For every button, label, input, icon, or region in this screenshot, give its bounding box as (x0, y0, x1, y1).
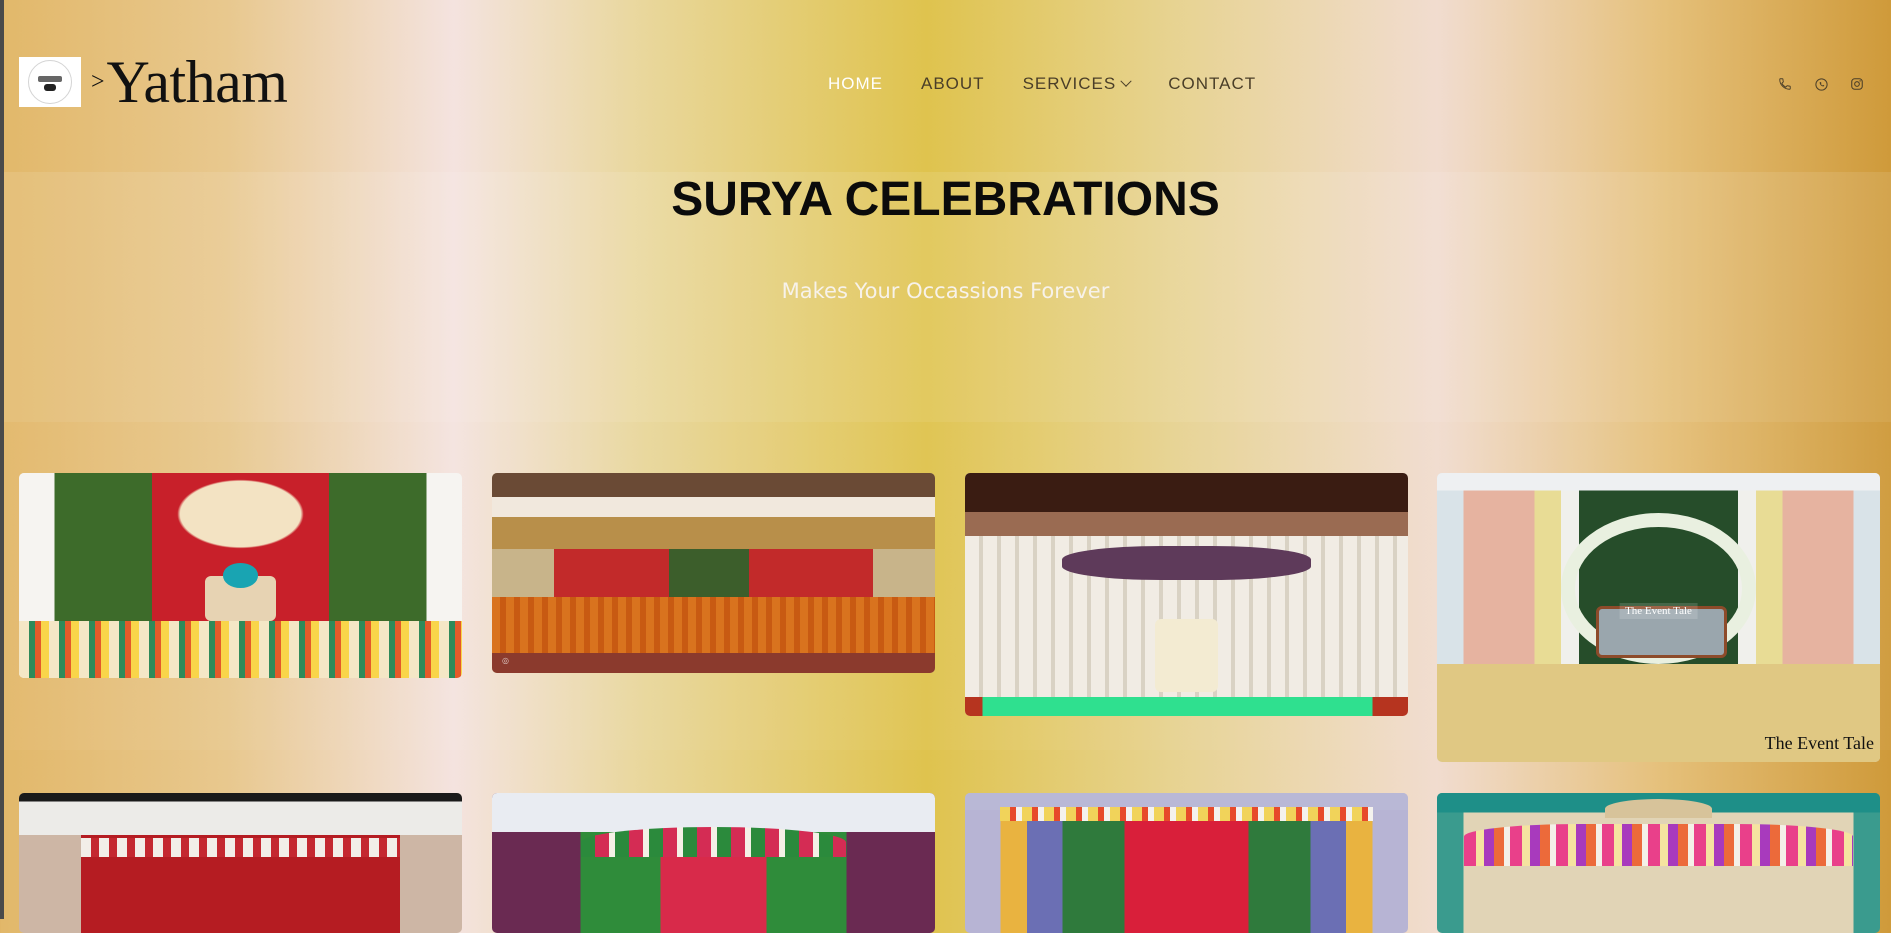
phone-icon[interactable] (1777, 76, 1793, 92)
stage-5-drape (81, 837, 400, 858)
gallery-image-stage-5[interactable] (19, 793, 462, 933)
brand-caret: > (91, 68, 105, 95)
gallery-image-stage-2[interactable]: ◎ (492, 473, 935, 673)
social-links (1777, 76, 1865, 92)
main-nav: HOME ABOUT SERVICES CONTACT (828, 74, 1256, 94)
stage-3-carpet (965, 696, 1408, 716)
stage-8-crown (1605, 798, 1712, 819)
stage-8-floral-canopy (1463, 823, 1854, 866)
stage-2-floor (492, 653, 935, 673)
gallery-image-stage-4[interactable]: The Event Tale The Event Tale (1437, 473, 1880, 762)
stage-1-floor (19, 620, 462, 678)
nav-contact-link[interactable]: CONTACT (1168, 74, 1256, 94)
stage-3-chair (1155, 618, 1218, 692)
gallery-image-stage-8[interactable] (1437, 793, 1880, 933)
logo-emblem-icon (28, 60, 72, 104)
stage-3-garland (1062, 545, 1311, 580)
brand[interactable]: > Yatham (19, 52, 288, 112)
stage-4-caption: The Event Tale (1764, 733, 1874, 753)
gallery-image-stage-1[interactable] (19, 473, 462, 678)
brand-logo[interactable] (19, 57, 81, 107)
nav-about-link[interactable]: ABOUT (921, 74, 985, 94)
brand-name[interactable]: Yatham (107, 52, 288, 112)
nav-home-link[interactable]: HOME (828, 74, 883, 94)
gallery-image-stage-3[interactable] (965, 473, 1408, 716)
nav-services-label: SERVICES (1022, 74, 1117, 93)
stage-5-photo (19, 793, 462, 933)
chevron-down-icon (1120, 75, 1132, 87)
site-header: > Yatham HOME ABOUT SERVICES CONTACT (0, 0, 1891, 172)
instagram-icon[interactable] (1849, 76, 1865, 92)
stage-1-heart (222, 563, 259, 588)
stage-7-garland (1000, 807, 1373, 821)
stage-2-watermark: ◎ (502, 656, 509, 665)
hero-subtitle: Makes Your Occassions Forever (781, 279, 1110, 303)
whatsapp-icon[interactable] (1813, 76, 1829, 92)
stage-4-sofa-sign: The Event Tale (1619, 603, 1698, 620)
stage-6-canopy (580, 826, 847, 858)
nav-services-link[interactable]: SERVICES (1022, 74, 1132, 94)
stage-2-skirt (492, 597, 935, 653)
gallery-image-stage-6[interactable] (492, 793, 935, 933)
page-title: SURYA CELEBRATIONS (671, 173, 1220, 226)
gallery-image-stage-7[interactable] (965, 793, 1408, 933)
stage-6-photo (492, 793, 935, 933)
